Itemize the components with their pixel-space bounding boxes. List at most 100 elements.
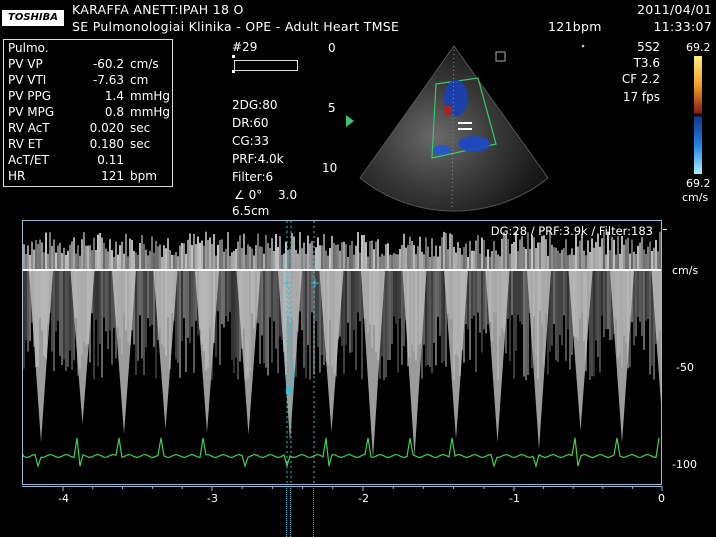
measurement-cursor-a-ext xyxy=(286,486,287,537)
spectrum-upper-band xyxy=(471,250,473,269)
spectrum-texture xyxy=(53,271,55,372)
spectrum-upper-band xyxy=(85,245,87,269)
spectrum-upper-band xyxy=(543,235,545,269)
spectrum-upper-band xyxy=(617,236,619,269)
measurement-row: PV VP -60.2 cm/s xyxy=(8,57,170,73)
spectrum-upper-band xyxy=(423,254,425,269)
doppler-settings: DG:28 / PRF:3.9k / Filter:183 xyxy=(490,224,653,238)
spectrum-texture xyxy=(641,271,643,336)
spectrum-upper-band xyxy=(233,250,235,269)
spectrum-upper-band xyxy=(235,249,237,269)
spectrum-texture xyxy=(63,271,65,360)
spectrum-upper-band xyxy=(269,248,271,269)
spectrum-upper-band xyxy=(627,237,629,269)
frame-slider[interactable] xyxy=(234,60,298,71)
spectrum-upper-band xyxy=(61,253,63,269)
spectrum-upper-band xyxy=(371,240,373,269)
spectrum-texture xyxy=(401,271,403,365)
spectrum-upper-band xyxy=(537,242,539,269)
spectrum-upper-band xyxy=(177,256,179,269)
spectrum-texture xyxy=(607,271,609,330)
ecg-trace xyxy=(23,437,660,469)
measurement-unit: cm/s xyxy=(130,57,159,71)
spectrum-upper-band xyxy=(65,254,67,269)
spectrum-upper-band xyxy=(275,233,277,269)
spectrum-upper-band xyxy=(361,235,363,269)
spectrum-upper-band xyxy=(281,254,283,269)
spectrum-upper-band xyxy=(261,246,263,269)
sample-gate-bottom[interactable] xyxy=(458,128,472,130)
setting-filter: Filter:6 xyxy=(232,170,274,184)
spectrum-upper-band xyxy=(349,245,351,269)
spectrum-upper-band xyxy=(119,245,121,269)
spectrum-upper-band xyxy=(449,233,451,269)
spectrum-upper-band xyxy=(419,236,421,269)
spectrum-texture xyxy=(149,271,151,327)
spectrum-texture xyxy=(263,271,265,364)
spectrum-upper-band xyxy=(79,255,81,269)
measurement-unit: mmHg xyxy=(130,105,171,119)
slider-marker-bottom xyxy=(232,70,235,73)
spectrum-upper-band xyxy=(459,248,461,269)
spectrum-upper-band xyxy=(215,255,217,269)
spectrum-upper-band xyxy=(643,249,645,269)
spectrum-upper-band xyxy=(325,250,327,269)
spectrum-texture xyxy=(147,271,149,319)
spectrum-upper-band xyxy=(199,242,201,269)
spectrum-upper-band xyxy=(329,247,331,269)
spectrum-upper-band xyxy=(45,232,47,269)
sample-gate-top[interactable] xyxy=(458,122,472,124)
measurement-panel: Pulmo. PV VP -60.2 cm/s PV VTI -7.63 cm PV PPG… xyxy=(3,39,173,187)
spectrum-upper-band xyxy=(189,233,191,269)
spectrum-texture xyxy=(61,271,63,366)
spectrum-upper-band xyxy=(299,231,301,269)
measurement-label: RV AcT xyxy=(8,121,50,135)
spectrum-upper-band xyxy=(497,254,499,269)
spectrum-upper-band xyxy=(659,231,661,269)
spectrum-upper-band xyxy=(201,240,203,269)
spectrum-upper-band xyxy=(319,245,321,269)
spectrum-spike xyxy=(153,271,178,430)
spectrum-upper-band xyxy=(553,247,555,269)
spectrum-upper-band xyxy=(505,234,507,269)
spectrum-texture xyxy=(261,271,263,336)
measurement-row: HR 121 bpm xyxy=(8,169,170,185)
time-axis-ticks xyxy=(62,486,663,491)
spectrum-upper-band xyxy=(207,240,209,269)
spectrum-texture xyxy=(105,271,107,332)
spectrum-upper-band xyxy=(393,253,395,269)
spectrum-upper-band xyxy=(255,245,257,269)
spectrum-texture xyxy=(229,271,231,312)
spectrum-upper-band xyxy=(427,246,429,269)
spectrum-upper-band xyxy=(555,247,557,269)
setting-angle-value: 3.0 xyxy=(278,188,298,202)
spectrum-upper-band xyxy=(93,237,95,269)
setting-cg: CG:33 xyxy=(232,134,269,148)
spectrum-upper-band xyxy=(335,244,337,269)
spectrum-upper-band xyxy=(609,250,611,269)
header-bar: TOSHIBA KARAFFA ANETT:IPAH 18 O SE Pulmo… xyxy=(0,0,716,37)
color-flow-blue-2 xyxy=(458,136,490,152)
spectrum-upper-band xyxy=(513,241,515,269)
spectrum-texture xyxy=(397,271,399,373)
spectrum-upper-band xyxy=(563,248,565,269)
spectrum-upper-band xyxy=(315,247,317,269)
spectrum-upper-band xyxy=(591,238,593,269)
spectrum-upper-band xyxy=(345,244,347,269)
spectrum-upper-band xyxy=(431,238,433,269)
spectrum-upper-band xyxy=(359,252,361,269)
spectrum-texture xyxy=(177,271,179,363)
spectrum-upper-band xyxy=(103,242,105,269)
spectrum-texture xyxy=(635,271,637,337)
spectrum-texture xyxy=(517,271,519,316)
spectrum-upper-band xyxy=(253,255,255,269)
scale-dot xyxy=(581,44,585,48)
spectrum-texture xyxy=(437,271,439,317)
spectrum-upper-band xyxy=(565,239,567,269)
doppler-spectrum-panel[interactable]: + + DG:28 / PRF:3.9k / Filter:183 xyxy=(22,220,662,485)
brand-logo: TOSHIBA xyxy=(2,10,64,26)
spectrum-texture xyxy=(347,271,349,323)
cursor-start-marker: + xyxy=(282,276,292,290)
spectrum-upper-band xyxy=(279,236,281,269)
measurement-label: PV VTI xyxy=(8,73,47,87)
